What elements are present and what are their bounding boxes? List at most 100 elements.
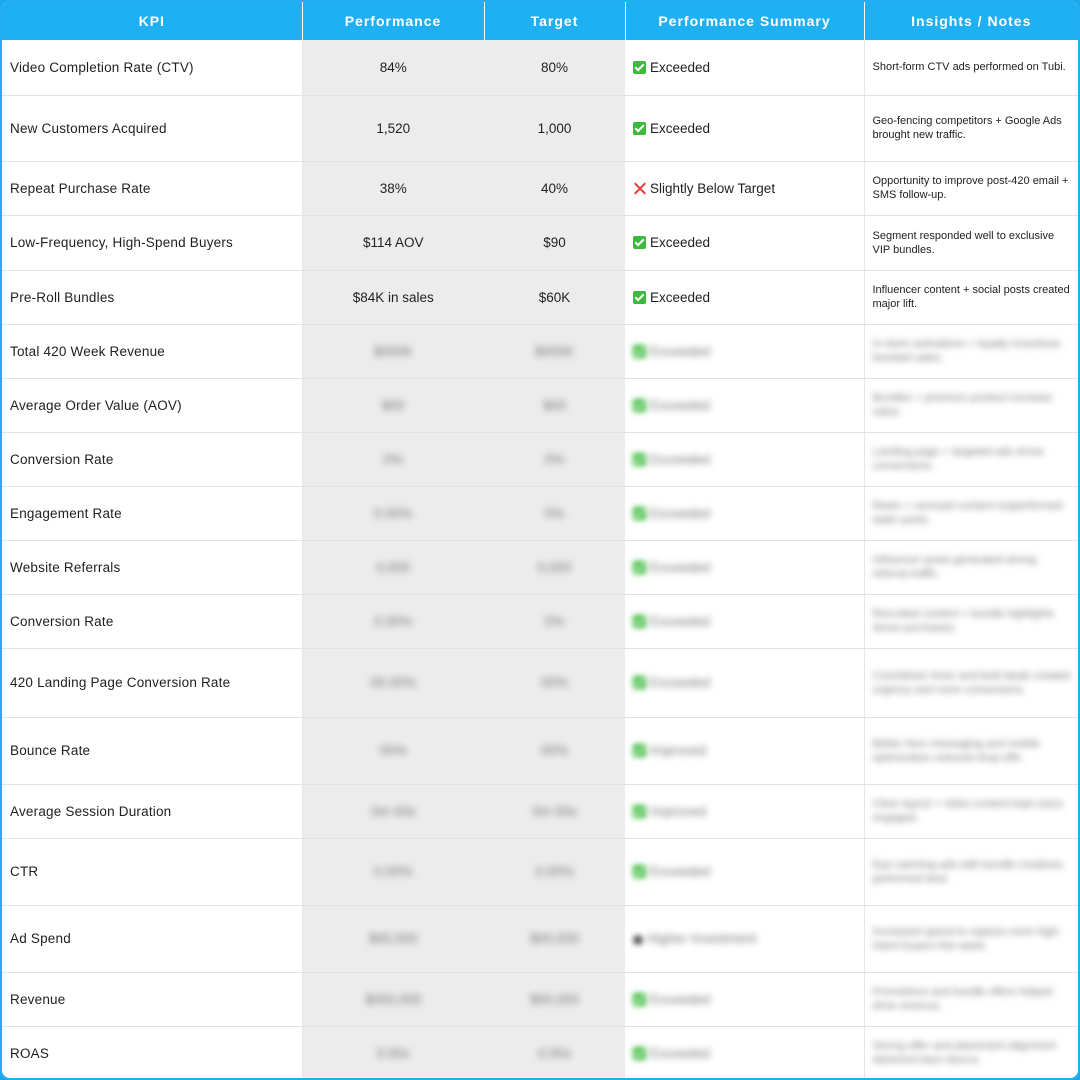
performance-value: 0.00% — [374, 613, 413, 629]
kpi-name: Website Referrals — [10, 559, 121, 575]
summary-text: Exceeded — [650, 505, 711, 521]
summary-text: Improved — [650, 803, 707, 819]
table-row: New Customers Acquired 1,520 1,000 Exceeded… — [2, 95, 1078, 162]
target-cell: 0.00x — [484, 1026, 625, 1078]
performance-value: 0.00% — [374, 505, 413, 521]
kpi-name-cell: 420 Landing Page Conversion Rate — [2, 648, 303, 718]
kpi-name: ROAS — [10, 1045, 50, 1061]
kpi-name-cell: Bounce Rate — [2, 717, 303, 785]
summary-text: Exceeded — [650, 343, 711, 359]
notes-cell: Promotions and bundle offers helped driv… — [864, 972, 1078, 1027]
performance-value: $114 AOV — [362, 235, 424, 250]
notes-cell: Geo-fencing competitors + Google Ads bro… — [864, 95, 1078, 162]
target-value: 1,000 — [537, 120, 572, 136]
target-cell: 0% — [484, 486, 625, 541]
performance-value: 1,520 — [376, 120, 411, 136]
check-icon — [633, 121, 646, 135]
performance-cell: 84% — [302, 40, 484, 96]
performance-cell: $000,000 — [302, 972, 484, 1027]
table-row: Bounce Rate 00% 00% Improved Better hero mes… — [2, 717, 1078, 785]
kpi-table: KPI Performance Target Performance Summa… — [2, 2, 1078, 1078]
notes-text: In-store activations + loyalty incentive… — [872, 338, 1061, 364]
notes-text: Bundles + premium product increase value… — [872, 392, 1052, 418]
check-icon — [633, 865, 646, 878]
summary-cell: Exceeded — [625, 215, 865, 271]
target-value: 0% — [544, 613, 565, 629]
kpi-name-cell: ROAS — [2, 1026, 303, 1078]
kpi-name: Conversion Rate — [10, 451, 114, 467]
performance-cell: 00% — [302, 717, 484, 785]
notes-text: Influencer content + social posts create… — [872, 284, 1070, 310]
performance-value: $000,000 — [365, 991, 422, 1007]
target-cell: $60K — [484, 270, 625, 325]
check-icon — [633, 1046, 646, 1060]
kpi-name-cell: Average Order Value (AOV) — [2, 378, 303, 433]
notes-text: Strong offer and placement alignment del… — [872, 1040, 1056, 1066]
summary-text: Exceeded — [650, 120, 711, 136]
target-value: 0% — [544, 451, 565, 467]
target-value: 0,000 — [537, 559, 572, 575]
performance-cell: 0,000 — [302, 540, 484, 595]
notes-text: Opportunity to improve post-420 email + … — [872, 175, 1069, 201]
target-cell: 40% — [484, 161, 625, 216]
target-value: 0.00x — [537, 1045, 572, 1061]
notes-text: Influencer posts generated strong referr… — [872, 554, 1037, 580]
summary-text: Exceeded — [650, 451, 711, 467]
notes-cell: Influencer posts generated strong referr… — [864, 540, 1078, 595]
kpi-name-cell: Average Session Duration — [2, 784, 303, 839]
summary-cell: Exceeded — [625, 1026, 865, 1078]
header-row: KPI Performance Target Performance Summa… — [2, 2, 1078, 40]
performance-cell: $00,000 — [302, 905, 484, 973]
performance-cell: 38% — [302, 161, 484, 216]
table-row: Ad Spend $00,000 $00,000 Higher Investment I… — [2, 905, 1078, 973]
target-value: 00% — [540, 675, 569, 690]
performance-cell: $000K — [302, 324, 484, 379]
performance-value: $84K in sales — [352, 289, 434, 305]
summary-text: Exceeded — [650, 289, 711, 305]
check-icon — [633, 676, 646, 689]
table-row: Conversion Rate 0.00% 0% Exceeded Recruited … — [2, 594, 1078, 649]
summary-text: Slightly Below Target — [650, 180, 776, 196]
target-cell: 0.00% — [484, 838, 625, 906]
kpi-name: Conversion Rate — [10, 613, 114, 629]
check-icon — [633, 60, 646, 74]
notes-cell: Recruited content + bundle highlights dr… — [864, 594, 1078, 649]
summary-cell: Exceeded — [625, 594, 865, 649]
performance-cell: 0.00% — [302, 594, 484, 649]
notes-cell: Landing page + targeted ads drove conver… — [864, 432, 1078, 487]
performance-cell: 1,520 — [302, 95, 484, 162]
summary-text: Exceeded — [650, 675, 711, 690]
notes-text: Short-form CTV ads performed on Tubi. — [872, 61, 1066, 74]
table-row: Engagement Rate 0.00% 0% Exceeded Reels + ca… — [2, 486, 1078, 541]
performance-cell: $00 — [302, 378, 484, 433]
target-value: 40% — [540, 180, 569, 196]
notes-cell: Increased spend to capture more high-int… — [864, 905, 1078, 973]
summary-cell: Exceeded — [625, 378, 865, 433]
kpi-name: 420 Landing Page Conversion Rate — [10, 675, 231, 690]
target-cell: 0% — [484, 594, 625, 649]
performance-value: 0,000 — [376, 559, 411, 575]
summary-text: Exceeded — [650, 864, 711, 879]
check-icon — [633, 290, 646, 304]
summary-cell: Exceeded — [625, 95, 865, 162]
summary-cell: Exceeded — [625, 324, 865, 379]
target-cell: $90 — [484, 215, 625, 271]
performance-value: 84% — [379, 59, 407, 75]
notes-cell: Short-form CTV ads performed on Tubi. — [864, 40, 1078, 96]
summary-text: Higher Investment — [647, 931, 757, 946]
table-row: Low-Frequency, High-Spend Buyers $114 AOV… — [2, 215, 1078, 271]
notes-text: Better hero messaging and mobile optimiz… — [872, 737, 1041, 764]
table-row: Pre-Roll Bundles $84K in sales $60K Exceede… — [2, 270, 1078, 325]
target-cell: 1,000 — [484, 95, 625, 162]
kpi-name: CTR — [10, 864, 39, 879]
header-kpi: KPI — [2, 2, 303, 40]
summary-text: Exceeded — [650, 991, 711, 1007]
performance-value: $00 — [381, 397, 405, 413]
performance-value: 38% — [379, 180, 407, 196]
target-cell: $00,000 — [484, 972, 625, 1027]
kpi-name: Video Completion Rate (CTV) — [10, 59, 194, 75]
performance-cell: 0.00% — [302, 486, 484, 541]
summary-cell: Exceeded — [625, 486, 865, 541]
notes-text: Clear layout + video content kept users … — [872, 798, 1063, 824]
kpi-name-cell: Engagement Rate — [2, 486, 303, 541]
